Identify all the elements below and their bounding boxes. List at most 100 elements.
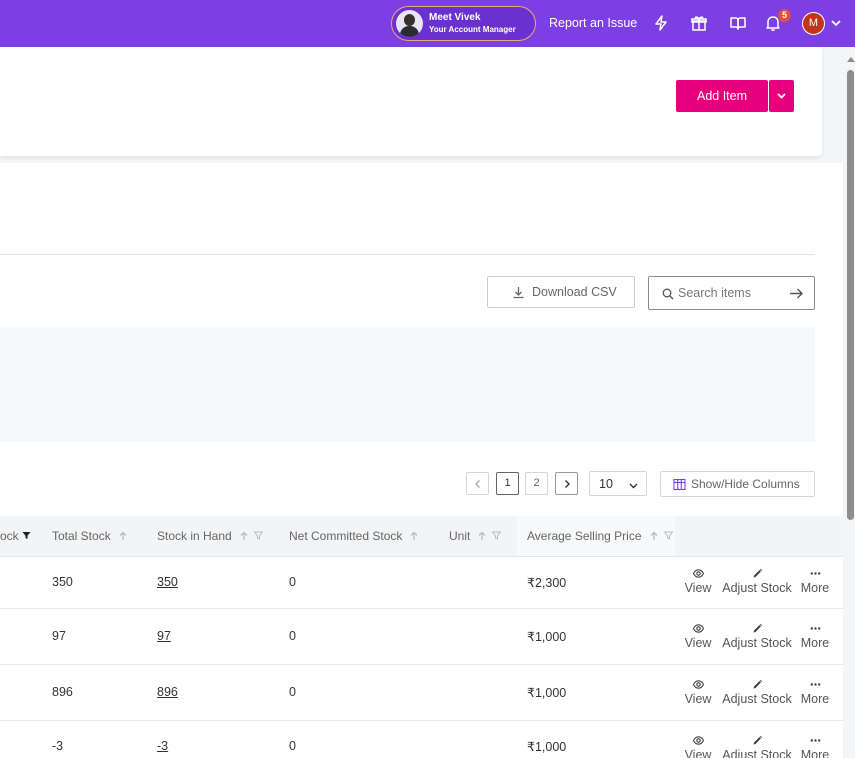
manager-avatar	[396, 10, 423, 37]
column-header-label: ock	[0, 529, 19, 543]
table-row: 97 97 0 ₹1,000 View Adjust Stock More	[0, 609, 843, 665]
cell-average-price: ₹1,000	[527, 630, 567, 644]
filter-icon[interactable]	[22, 531, 31, 540]
download-csv-label: Download CSV	[532, 285, 617, 299]
more-dots-icon	[810, 627, 820, 630]
adjust-stock-label: Adjust Stock	[722, 636, 792, 650]
eye-icon	[692, 680, 704, 689]
report-issue-link[interactable]: Report an Issue	[549, 16, 637, 30]
view-label: View	[684, 748, 712, 758]
more-button[interactable]: More	[791, 623, 839, 650]
view-button[interactable]: View	[674, 735, 722, 758]
table-row: -3 -3 0 ₹1,000 View Adjust Stock More	[0, 721, 843, 758]
row-actions: View Adjust Stock More	[675, 557, 843, 608]
more-button[interactable]: More	[791, 679, 839, 706]
view-button[interactable]: View	[674, 623, 722, 650]
search-input[interactable]	[678, 284, 783, 302]
cell-stock-in-hand-link[interactable]: 350	[157, 575, 178, 589]
page-button-1[interactable]: 1	[496, 472, 519, 495]
arrow-right-icon[interactable]	[789, 287, 804, 300]
sort-arrow-icon[interactable]	[409, 531, 419, 541]
book-icon[interactable]	[729, 14, 747, 32]
column-header-net-committed-stock[interactable]: Net Committed Stock	[289, 516, 419, 556]
filter-icon[interactable]	[253, 531, 263, 540]
cell-net-committed: 0	[289, 739, 296, 753]
lightning-icon[interactable]	[652, 14, 670, 32]
scroll-up-arrow[interactable]	[847, 57, 855, 62]
adjust-stock-label: Adjust Stock	[722, 581, 792, 595]
adjust-stock-button[interactable]: Adjust Stock	[722, 623, 792, 650]
more-dots-icon	[810, 572, 820, 575]
show-hide-columns-button[interactable]: Show/Hide Columns	[660, 471, 815, 497]
more-label: More	[800, 748, 830, 758]
more-button[interactable]: More	[791, 568, 839, 595]
account-manager-card[interactable]: Meet Vivek Your Account Manager	[391, 6, 536, 41]
table-header: ock Total Stock Stock in Hand Net Commit…	[0, 516, 843, 557]
column-header-label: Total Stock	[52, 529, 111, 543]
add-item-button[interactable]: Add Item	[676, 80, 768, 112]
filter-icon[interactable]	[663, 531, 673, 540]
table-row: 896 896 0 ₹1,000 View Adjust Stock More	[0, 665, 843, 721]
more-button[interactable]: More	[791, 735, 839, 758]
notification-badge: 5	[778, 9, 791, 22]
row-actions: View Adjust Stock More	[675, 721, 843, 758]
page-button-2[interactable]: 2	[525, 472, 548, 495]
sort-arrow-icon[interactable]	[239, 531, 249, 541]
view-button[interactable]: View	[674, 679, 722, 706]
cell-stock-in-hand-link[interactable]: 896	[157, 685, 178, 699]
user-avatar[interactable]: M	[802, 12, 825, 35]
sort-arrow-icon[interactable]	[649, 531, 659, 541]
cell-total-stock: 350	[52, 575, 73, 589]
more-label: More	[800, 636, 830, 650]
sort-arrow-icon[interactable]	[477, 531, 487, 541]
manager-name: Meet Vivek	[429, 12, 481, 23]
column-header-total-stock[interactable]: Total Stock	[52, 516, 128, 556]
column-header-unit[interactable]: Unit	[449, 516, 502, 556]
column-header-average-selling-price[interactable]: Average Selling Price	[517, 516, 675, 556]
eye-icon	[692, 569, 704, 578]
cell-stock-in-hand-link[interactable]: -3	[157, 739, 168, 753]
filter-icon[interactable]	[492, 531, 502, 540]
chevron-down-icon	[629, 483, 638, 489]
view-button[interactable]: View	[674, 568, 722, 595]
adjust-stock-button[interactable]: Adjust Stock	[722, 568, 792, 595]
prev-page-button[interactable]	[466, 472, 489, 495]
more-dots-icon	[810, 739, 820, 742]
cell-net-committed: 0	[289, 685, 296, 699]
cell-total-stock: -3	[52, 739, 64, 753]
chevron-right-icon	[564, 480, 570, 488]
scrollbar-thumb[interactable]	[847, 70, 854, 520]
section-divider	[0, 254, 815, 255]
cell-average-price: ₹2,300	[527, 576, 567, 590]
search-icon	[662, 288, 674, 300]
adjust-stock-button[interactable]: Adjust Stock	[722, 735, 792, 758]
next-page-button[interactable]	[555, 472, 578, 495]
view-label: View	[684, 692, 712, 706]
chevron-left-icon	[474, 480, 480, 488]
add-item-dropdown-button[interactable]	[769, 80, 794, 112]
sort-arrow-icon[interactable]	[118, 531, 128, 541]
gift-icon[interactable]	[690, 14, 708, 32]
chevron-down-icon	[777, 93, 786, 99]
per-page-select[interactable]: 10	[589, 471, 647, 496]
more-dots-icon	[810, 683, 820, 686]
cell-total-stock: 896	[52, 685, 73, 699]
cell-stock-in-hand-link[interactable]: 97	[157, 629, 171, 643]
pencil-icon	[753, 735, 762, 745]
column-header-stock-in-hand[interactable]: Stock in Hand	[157, 516, 263, 556]
download-csv-button[interactable]: Download CSV	[487, 276, 635, 308]
column-header-stock[interactable]: ock	[0, 516, 31, 556]
table-row: 350 350 0 ₹2,300 View Adjust Stock More	[0, 557, 843, 609]
chevron-down-icon[interactable]	[830, 17, 842, 29]
more-label: More	[800, 581, 830, 595]
adjust-stock-button[interactable]: Adjust Stock	[722, 679, 792, 706]
top-bar: Meet Vivek Your Account Manager Report a…	[0, 0, 855, 47]
pencil-icon	[753, 679, 762, 689]
pencil-icon	[753, 623, 762, 633]
search-box[interactable]	[648, 276, 815, 310]
view-label: View	[684, 636, 712, 650]
cell-average-price: ₹1,000	[527, 740, 567, 754]
manager-role: Your Account Manager	[429, 25, 516, 34]
cell-total-stock: 97	[52, 629, 66, 643]
pencil-icon	[753, 568, 762, 578]
